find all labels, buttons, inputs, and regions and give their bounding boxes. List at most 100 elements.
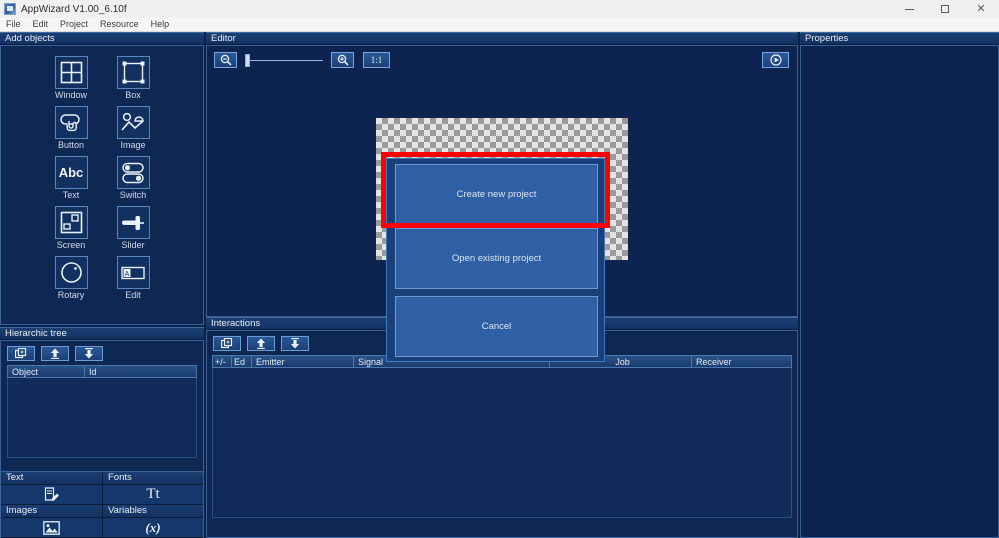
zoom-out-button[interactable]: [214, 52, 237, 68]
add-object-edit-label: Edit: [125, 290, 141, 300]
column-emitter[interactable]: Emitter: [251, 356, 353, 367]
images-panel-title: Images: [1, 505, 102, 518]
editor-title: Editor: [206, 32, 798, 45]
properties-title: Properties: [800, 32, 999, 45]
add-object-edit[interactable]: A Edit: [108, 256, 158, 304]
properties-panel: Properties: [800, 32, 999, 538]
fonts-panel-title: Fonts: [102, 472, 203, 485]
picture-icon: [43, 520, 60, 535]
add-object-image[interactable]: Image: [108, 106, 158, 154]
menu-item-project[interactable]: Project: [54, 18, 94, 31]
edit-icon: A: [116, 256, 150, 289]
add-object-screen[interactable]: Screen: [46, 206, 96, 254]
svg-text:A: A: [125, 270, 130, 277]
images-resource-button[interactable]: [1, 518, 102, 538]
text-resource-button[interactable]: [1, 485, 102, 505]
hierarchic-tree-panel: Hierarchic tree Object Id: [0, 327, 204, 472]
add-objects-body: Window Box Button Image Abc Text Switch …: [0, 45, 204, 325]
open-existing-project-button[interactable]: Open existing project: [395, 228, 598, 289]
app-icon: [4, 3, 16, 15]
add-object-screen-label: Screen: [56, 240, 86, 250]
add-object-switch-label: Switch: [119, 190, 147, 200]
column-plus-minus[interactable]: +/-: [213, 356, 231, 367]
title-bar: AppWizard V1.00_6.10f ✕: [0, 0, 999, 18]
maximize-icon: [941, 5, 949, 13]
hierarchic-tree-rows[interactable]: [7, 378, 197, 458]
fonts-resource-button[interactable]: Tt: [102, 485, 203, 505]
run-button[interactable]: [762, 52, 789, 68]
menu-item-resource[interactable]: Resource: [94, 18, 145, 31]
hierarchic-tree-body: Object Id: [0, 340, 204, 472]
add-objects-panel: Add objects Window Box Button Image Abc …: [0, 32, 204, 325]
arrow-up-icon[interactable]: [41, 346, 69, 361]
button-icon: [54, 106, 88, 139]
add-object-box-label: Box: [125, 90, 141, 100]
screen-icon: [54, 206, 88, 239]
hierarchic-tree-title: Hierarchic tree: [0, 327, 204, 340]
text-panel-title: Text: [1, 472, 102, 485]
add-interaction-button[interactable]: [213, 336, 241, 351]
add-window-icon[interactable]: [7, 346, 35, 361]
zoom-out-icon: [220, 54, 232, 66]
close-button[interactable]: ✕: [963, 0, 999, 18]
hierarchic-tree-toolbar: [1, 341, 203, 365]
font-icon: Tt: [146, 486, 160, 502]
hierarchic-tree-header: Object Id: [7, 365, 197, 378]
interactions-rows[interactable]: [212, 368, 792, 518]
interaction-move-down-button[interactable]: [281, 336, 309, 351]
rotary-icon: [54, 256, 88, 289]
editor-toolbar: 1:1: [207, 46, 797, 74]
properties-body[interactable]: [800, 45, 999, 538]
slider-icon: [116, 206, 150, 239]
image-icon: [116, 106, 150, 139]
zoom-in-icon: [337, 54, 349, 66]
zoom-slider-track: [249, 59, 323, 61]
menu-item-help[interactable]: Help: [145, 18, 176, 31]
variables-panel-title: Variables: [102, 505, 203, 518]
text-edit-icon: [44, 487, 60, 502]
zoom-ratio-button[interactable]: 1:1: [363, 52, 390, 68]
menu-item-edit[interactable]: Edit: [27, 18, 55, 31]
add-objects-grid: Window Box Button Image Abc Text Switch …: [1, 56, 203, 304]
app-window: AppWizard V1.00_6.10f ✕ File Edit Projec…: [0, 0, 999, 538]
add-object-window-label: Window: [54, 90, 87, 100]
menu-item-file[interactable]: File: [0, 18, 27, 31]
add-object-switch[interactable]: Switch: [108, 156, 158, 204]
create-new-project-button[interactable]: Create new project: [395, 164, 598, 225]
add-object-rotary[interactable]: Rotary: [46, 256, 96, 304]
minimize-button[interactable]: [891, 0, 927, 18]
add-object-slider-label: Slider: [121, 240, 145, 250]
add-object-button[interactable]: Button: [46, 106, 96, 154]
column-object[interactable]: Object: [8, 366, 84, 377]
play-icon: [769, 54, 782, 66]
add-object-box[interactable]: Box: [108, 56, 158, 104]
zoom-in-button[interactable]: [331, 52, 354, 68]
zoom-slider-handle[interactable]: [245, 53, 250, 67]
variable-icon: (x): [145, 519, 161, 535]
zoom-slider[interactable]: [245, 52, 323, 68]
column-receiver[interactable]: Receiver: [691, 356, 791, 367]
maximize-button[interactable]: [927, 0, 963, 18]
add-object-button-label: Button: [57, 140, 85, 150]
menu-bar: File Edit Project Resource Help: [0, 18, 999, 32]
add-object-window[interactable]: Window: [46, 56, 96, 104]
add-object-text[interactable]: Abc Text: [46, 156, 96, 204]
column-ed[interactable]: Ed: [231, 356, 251, 367]
box-icon: [116, 56, 150, 89]
resource-panels: Text Fonts Tt Images Variables (x): [0, 472, 204, 538]
cancel-button[interactable]: Cancel: [395, 296, 598, 357]
variables-resource-button[interactable]: (x): [102, 518, 203, 538]
add-objects-title: Add objects: [0, 32, 204, 45]
interaction-move-up-button[interactable]: [247, 336, 275, 351]
arrow-down-icon[interactable]: [75, 346, 103, 361]
window-title: AppWizard V1.00_6.10f: [21, 3, 127, 15]
add-object-slider[interactable]: Slider: [108, 206, 158, 254]
switch-icon: [116, 156, 150, 189]
add-object-image-label: Image: [120, 140, 146, 150]
close-icon: ✕: [976, 2, 986, 15]
text-icon: Abc: [54, 156, 88, 189]
startup-dialog: Create new project Open existing project…: [386, 158, 605, 362]
add-object-rotary-label: Rotary: [57, 290, 85, 300]
column-id[interactable]: Id: [84, 366, 196, 377]
minimize-icon: [904, 8, 914, 10]
